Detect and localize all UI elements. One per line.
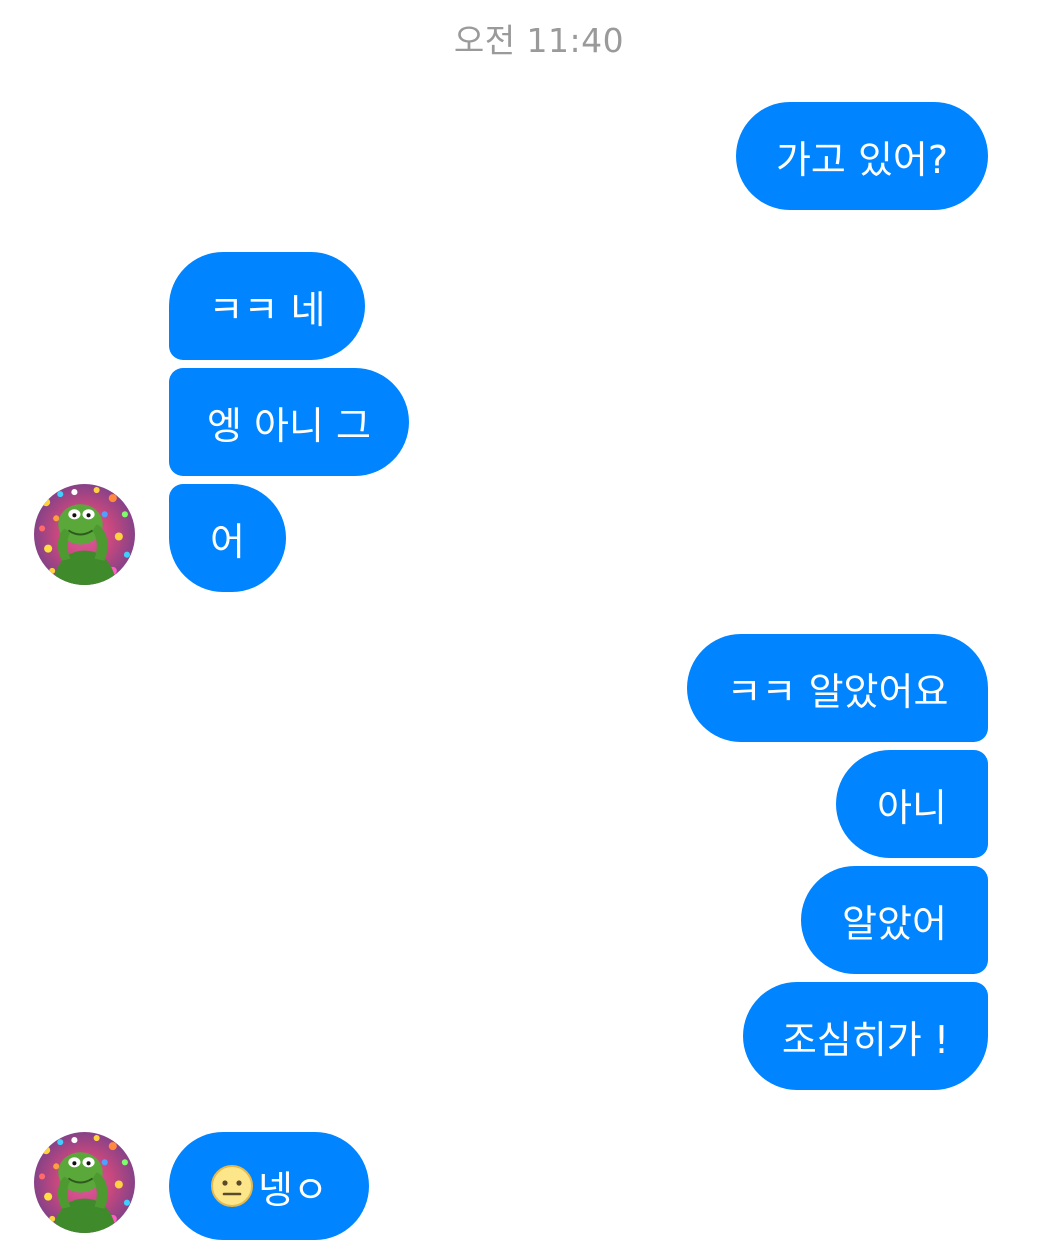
- message-bubble-received[interactable]: ㅋㅋ 네: [169, 252, 365, 360]
- kermit-avatar-icon: [34, 1132, 135, 1233]
- contact-avatar[interactable]: [34, 484, 135, 585]
- message-text: 어: [210, 519, 245, 564]
- message-bubble-sent[interactable]: ㅋㅋ 알았어요: [687, 634, 988, 742]
- message-text: 조심히가 !: [781, 1017, 950, 1062]
- timestamp: 오전 11:40: [453, 21, 625, 60]
- contact-avatar[interactable]: [34, 1132, 135, 1233]
- message-bubble-sent[interactable]: 알았어: [801, 866, 988, 974]
- message-bubble-received[interactable]: 넹ㅇ: [169, 1132, 369, 1240]
- neutral-face-emoji-icon: [210, 1164, 254, 1208]
- message-bubble-received[interactable]: 엥 아니 그: [169, 368, 409, 476]
- message-text: 엥 아니 그: [207, 403, 371, 448]
- message-bubble-received[interactable]: 어: [169, 484, 286, 592]
- message-text: 아니: [877, 785, 947, 830]
- message-text: 알았어: [842, 901, 947, 946]
- message-text: 넹ㅇ: [258, 1167, 328, 1212]
- kermit-avatar-icon: [34, 484, 135, 585]
- message-bubble-sent[interactable]: 가고 있어?: [736, 102, 988, 210]
- message-text: 가고 있어?: [775, 137, 949, 182]
- message-bubble-sent[interactable]: 조심히가 !: [743, 982, 988, 1090]
- message-bubble-sent[interactable]: 아니: [836, 750, 988, 858]
- message-text: ㅋㅋ 네: [208, 287, 326, 332]
- message-text: ㅋㅋ 알았어요: [726, 669, 949, 714]
